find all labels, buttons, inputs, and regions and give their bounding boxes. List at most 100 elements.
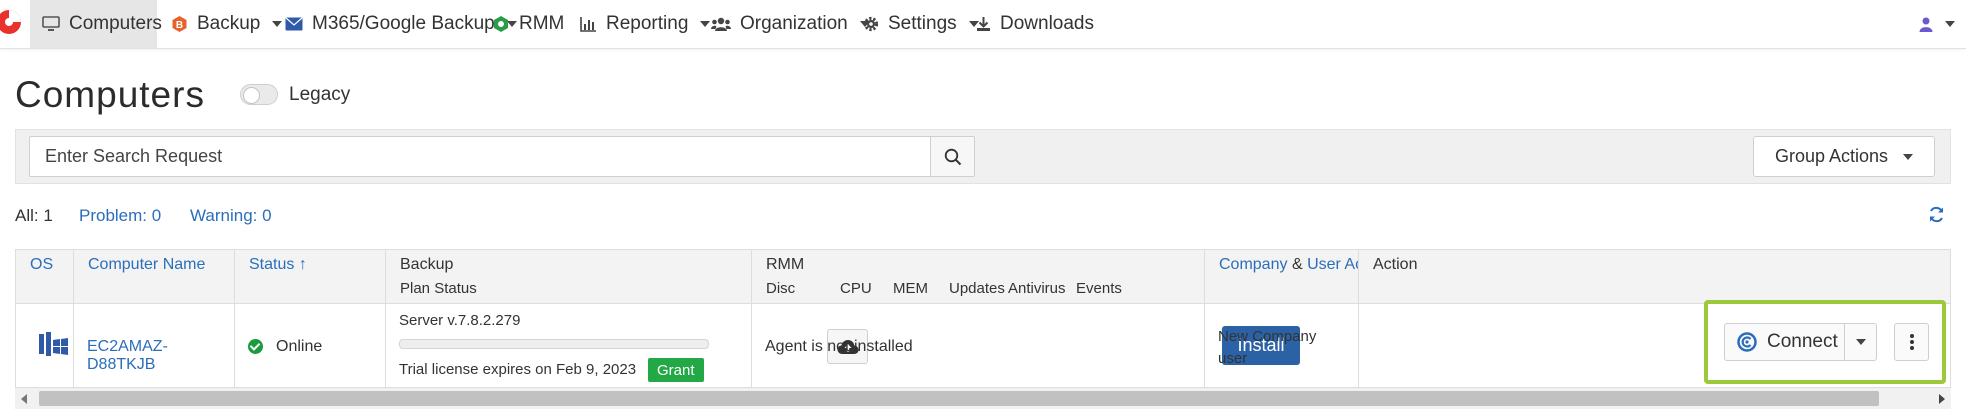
header-user-account-link[interactable]: User Account [1307,256,1358,273]
header-os[interactable]: OS [16,250,74,304]
chevron-down-icon [700,21,711,27]
connect-label: Connect [1767,331,1838,352]
header-rmm-events[interactable]: Events [1076,280,1122,297]
users-icon [711,17,731,31]
online-check-icon [248,339,263,354]
header-status[interactable]: Status ↑ [235,250,386,304]
table-header: OS Computer Name Status ↑ Backup Plan St… [16,250,1950,304]
header-action: Action [1359,250,1950,304]
header-computer-name-label: Computer Name [88,256,206,273]
nav-downloads-label: Downloads [1000,13,1094,34]
vertical-dots-icon [1909,334,1914,350]
nav-rmm-label: RMM [519,13,565,34]
company-name: New Company [1218,328,1317,345]
header-plan-status-label: Plan Status [400,280,477,297]
nav-organization[interactable]: Organization [711,0,870,48]
table-row-name-cell: EC2AMAZ-D88TKJB [74,304,235,387]
nav-settings[interactable]: Settings [863,0,979,48]
search-input[interactable] [29,136,931,177]
refresh-icon[interactable] [1928,206,1945,228]
filter-all[interactable]: All: 1 [15,206,53,226]
connect-icon [1737,332,1757,352]
envelope-icon [285,17,303,31]
table-row-backup-cell: Server v.7.8.2.279 Trial license expires… [386,304,868,387]
header-rmm-cpu[interactable]: CPU [840,280,872,297]
filter-problem[interactable]: Problem: 0 [79,206,161,226]
computer-name-link[interactable]: EC2AMAZ-D88TKJB [87,338,234,374]
table-row-os-cell [16,304,74,387]
header-rmm-label: RMM [766,256,805,273]
scroll-left-icon[interactable] [21,394,27,404]
monitor-icon [42,16,60,31]
nav-settings-label: Settings [888,13,957,34]
nav-reporting-label: Reporting [606,13,689,34]
header-rmm-disc[interactable]: Disc [766,280,795,297]
table-row-rmm-cell: Agent is not installed Install [752,304,1300,387]
nav-m365-google-backup[interactable]: M365/Google Backup [285,0,517,48]
connect-dropdown-button[interactable] [1844,323,1877,361]
search-panel: Group Actions [15,129,1951,184]
header-company-user: Company & User Account [1205,250,1359,304]
page-title: Computers [15,74,205,115]
action-cell-highlight: Connect [1704,300,1946,384]
header-rmm-mem[interactable]: MEM [893,280,928,297]
user-menu[interactable] [1919,0,1955,48]
agent-status-text: Agent is not installed [765,338,913,355]
backup-progress-bar [399,339,709,349]
header-backup-label: Backup [400,256,454,273]
chevron-down-icon [1903,153,1914,160]
chevron-down-icon [1945,21,1955,27]
scroll-right-icon[interactable] [1939,394,1945,404]
table-row-company-cell: New Company user [1205,304,1359,387]
grant-button[interactable]: Grant [648,358,704,382]
nav-computers[interactable]: Computers [30,0,162,48]
nav-computers-label: Computers [69,13,162,34]
more-actions-button[interactable] [1894,323,1929,361]
user-account-name: user [1218,350,1248,367]
header-amp: & [1291,256,1303,273]
nav-backup[interactable]: B Backup [171,0,283,48]
header-action-label: Action [1373,256,1418,273]
header-company-link[interactable]: Company [1219,256,1287,273]
user-icon [1919,17,1933,32]
table-row-status-cell: Online [235,304,386,387]
bar-chart-icon [580,16,596,32]
legacy-toggle[interactable] [240,84,278,105]
rmm-icon [494,16,508,32]
nav-reporting[interactable]: Reporting [580,0,711,48]
group-actions-button[interactable]: Group Actions [1753,136,1935,177]
svg-text:B: B [176,20,183,31]
header-backup: Backup Plan Status [386,250,752,304]
group-actions-label: Group Actions [1774,146,1889,166]
chevron-down-icon [272,21,283,27]
horizontal-scrollbar[interactable] [15,388,1951,409]
trial-license-text: Trial license expires on Feb 9, 2023 [399,361,637,378]
nav-m365-label: M365/Google Backup [312,13,495,34]
scrollbar-thumb[interactable] [39,391,1879,406]
nav-rmm[interactable]: RMM [492,0,564,48]
search-button[interactable] [930,136,975,177]
logo-icon[interactable] [0,9,26,35]
header-computer-name[interactable]: Computer Name [74,250,235,304]
nav-downloads[interactable]: Downloads [976,0,1094,48]
windows-server-icon [39,332,69,363]
sort-up-icon: ↑ [298,256,307,273]
server-version: Server v.7.8.2.279 [399,312,521,329]
top-navigation: Computers B Backup M365/Google Backup RM… [0,0,1966,49]
gear-icon [863,16,879,32]
header-rmm-antivirus[interactable]: Antivirus [1008,280,1066,297]
header-status-label: Status [249,256,295,273]
nav-organization-label: Organization [740,13,848,34]
header-os-label: OS [30,256,54,273]
download-icon [977,17,990,31]
header-rmm-updates[interactable]: Updates [949,280,1005,297]
chevron-down-icon [1855,339,1866,345]
nav-backup-label: Backup [197,13,261,34]
legacy-label: Legacy [289,84,351,105]
filter-warning[interactable]: Warning: 0 [190,206,272,226]
search-icon [944,148,961,165]
connect-button[interactable]: Connect [1724,323,1845,361]
status-text: Online [276,338,323,355]
computers-table: OS Computer Name Status ↑ Backup Plan St… [15,249,1951,388]
backup-icon: B [172,16,187,32]
